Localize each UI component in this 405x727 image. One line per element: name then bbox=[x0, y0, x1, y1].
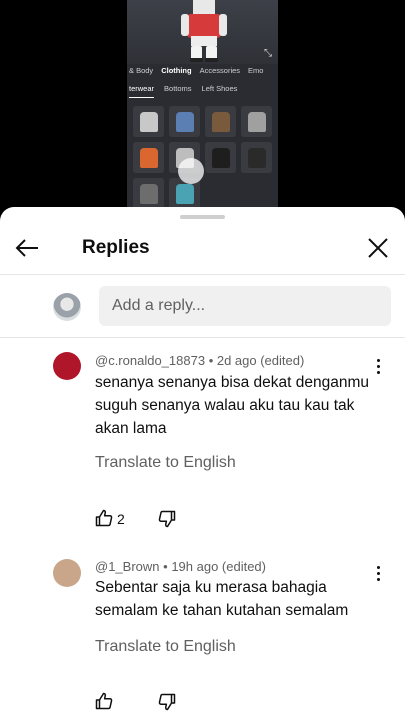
replies-header: Replies bbox=[0, 221, 405, 275]
subcategory-outerwear: terwear bbox=[129, 84, 155, 98]
close-icon[interactable] bbox=[365, 235, 391, 261]
expand-icon: ⤡ bbox=[264, 48, 272, 59]
jacket-thumbnail-icon bbox=[139, 111, 158, 132]
comment-meta: @1_Brown • 19h ago (edited) bbox=[95, 559, 266, 574]
clothing-item-tile bbox=[169, 106, 200, 137]
jacket-thumbnail-icon bbox=[139, 183, 158, 204]
subcategory-tabs: terwear Bottoms Left Shoes bbox=[127, 84, 278, 98]
clothing-item-tile bbox=[241, 142, 272, 173]
clothing-item-tile bbox=[205, 142, 236, 173]
translate-link[interactable]: Translate to English bbox=[95, 454, 236, 472]
jacket-thumbnail-icon bbox=[247, 147, 266, 168]
comment-text: senanya senanya bisa dekat denganmu sugu… bbox=[95, 374, 370, 437]
jacket-thumbnail-icon bbox=[139, 147, 158, 168]
thumbs-up-icon[interactable] bbox=[95, 692, 113, 710]
clothing-item-tile bbox=[241, 106, 272, 137]
meta-separator: • bbox=[208, 353, 217, 368]
category-clothing: Clothing bbox=[161, 66, 192, 75]
user-avatar bbox=[53, 293, 81, 321]
clothing-item-grid bbox=[133, 106, 272, 209]
comment-time: 19h ago (edited) bbox=[171, 559, 266, 574]
avatar-figure bbox=[181, 0, 227, 62]
clothing-item-tile bbox=[205, 106, 236, 137]
thumbs-up-icon[interactable] bbox=[95, 509, 113, 527]
jacket-thumbnail-icon bbox=[175, 183, 194, 204]
add-reply-row bbox=[0, 275, 405, 338]
like-count: 2 bbox=[117, 511, 125, 527]
drag-handle[interactable] bbox=[180, 215, 225, 219]
subcategory-left-shoes: Left Shoes bbox=[201, 84, 238, 93]
comment-meta: @c.ronaldo_18873 • 2d ago (edited) bbox=[95, 353, 304, 368]
category-accessories: Accessories bbox=[199, 66, 241, 75]
clothing-item-tile bbox=[133, 106, 164, 137]
clothing-item-tile bbox=[133, 178, 164, 209]
translate-link[interactable]: Translate to English bbox=[95, 638, 236, 656]
replies-sheet: Replies @c.ronaldo_18873 • 2d ago (edite… bbox=[0, 207, 405, 727]
thumbs-down-icon[interactable] bbox=[158, 510, 176, 528]
back-arrow-icon[interactable] bbox=[14, 235, 40, 261]
jacket-thumbnail-icon bbox=[175, 111, 194, 132]
comment-time: 2d ago (edited) bbox=[216, 353, 305, 368]
game-screen-video-frame: ⤡ & Body Clothing Accessories Emo terwea… bbox=[127, 0, 278, 210]
page-title: Replies bbox=[82, 237, 150, 258]
comment-author[interactable]: @c.ronaldo_18873 bbox=[95, 353, 205, 368]
subcategory-bottoms: Bottoms bbox=[164, 84, 192, 93]
jacket-thumbnail-icon bbox=[211, 147, 230, 168]
jacket-thumbnail-icon bbox=[211, 111, 230, 132]
video-player[interactable]: ⤡ & Body Clothing Accessories Emo terwea… bbox=[0, 0, 405, 215]
category-body: & Body bbox=[129, 66, 154, 75]
clothing-item-tile bbox=[133, 142, 164, 173]
touch-indicator bbox=[178, 158, 204, 184]
category-tabs: & Body Clothing Accessories Emo bbox=[127, 66, 278, 82]
comment-author[interactable]: @1_Brown bbox=[95, 559, 160, 574]
commenter-avatar[interactable] bbox=[53, 559, 81, 587]
jacket-thumbnail-icon bbox=[247, 111, 266, 132]
thumbs-down-icon[interactable] bbox=[158, 693, 176, 711]
category-emotes: Emo bbox=[248, 66, 264, 75]
commenter-avatar[interactable] bbox=[53, 352, 81, 380]
comment-text: Sebentar saja ku merasa bahagia semalam … bbox=[95, 579, 349, 619]
reply-input[interactable] bbox=[99, 286, 391, 326]
